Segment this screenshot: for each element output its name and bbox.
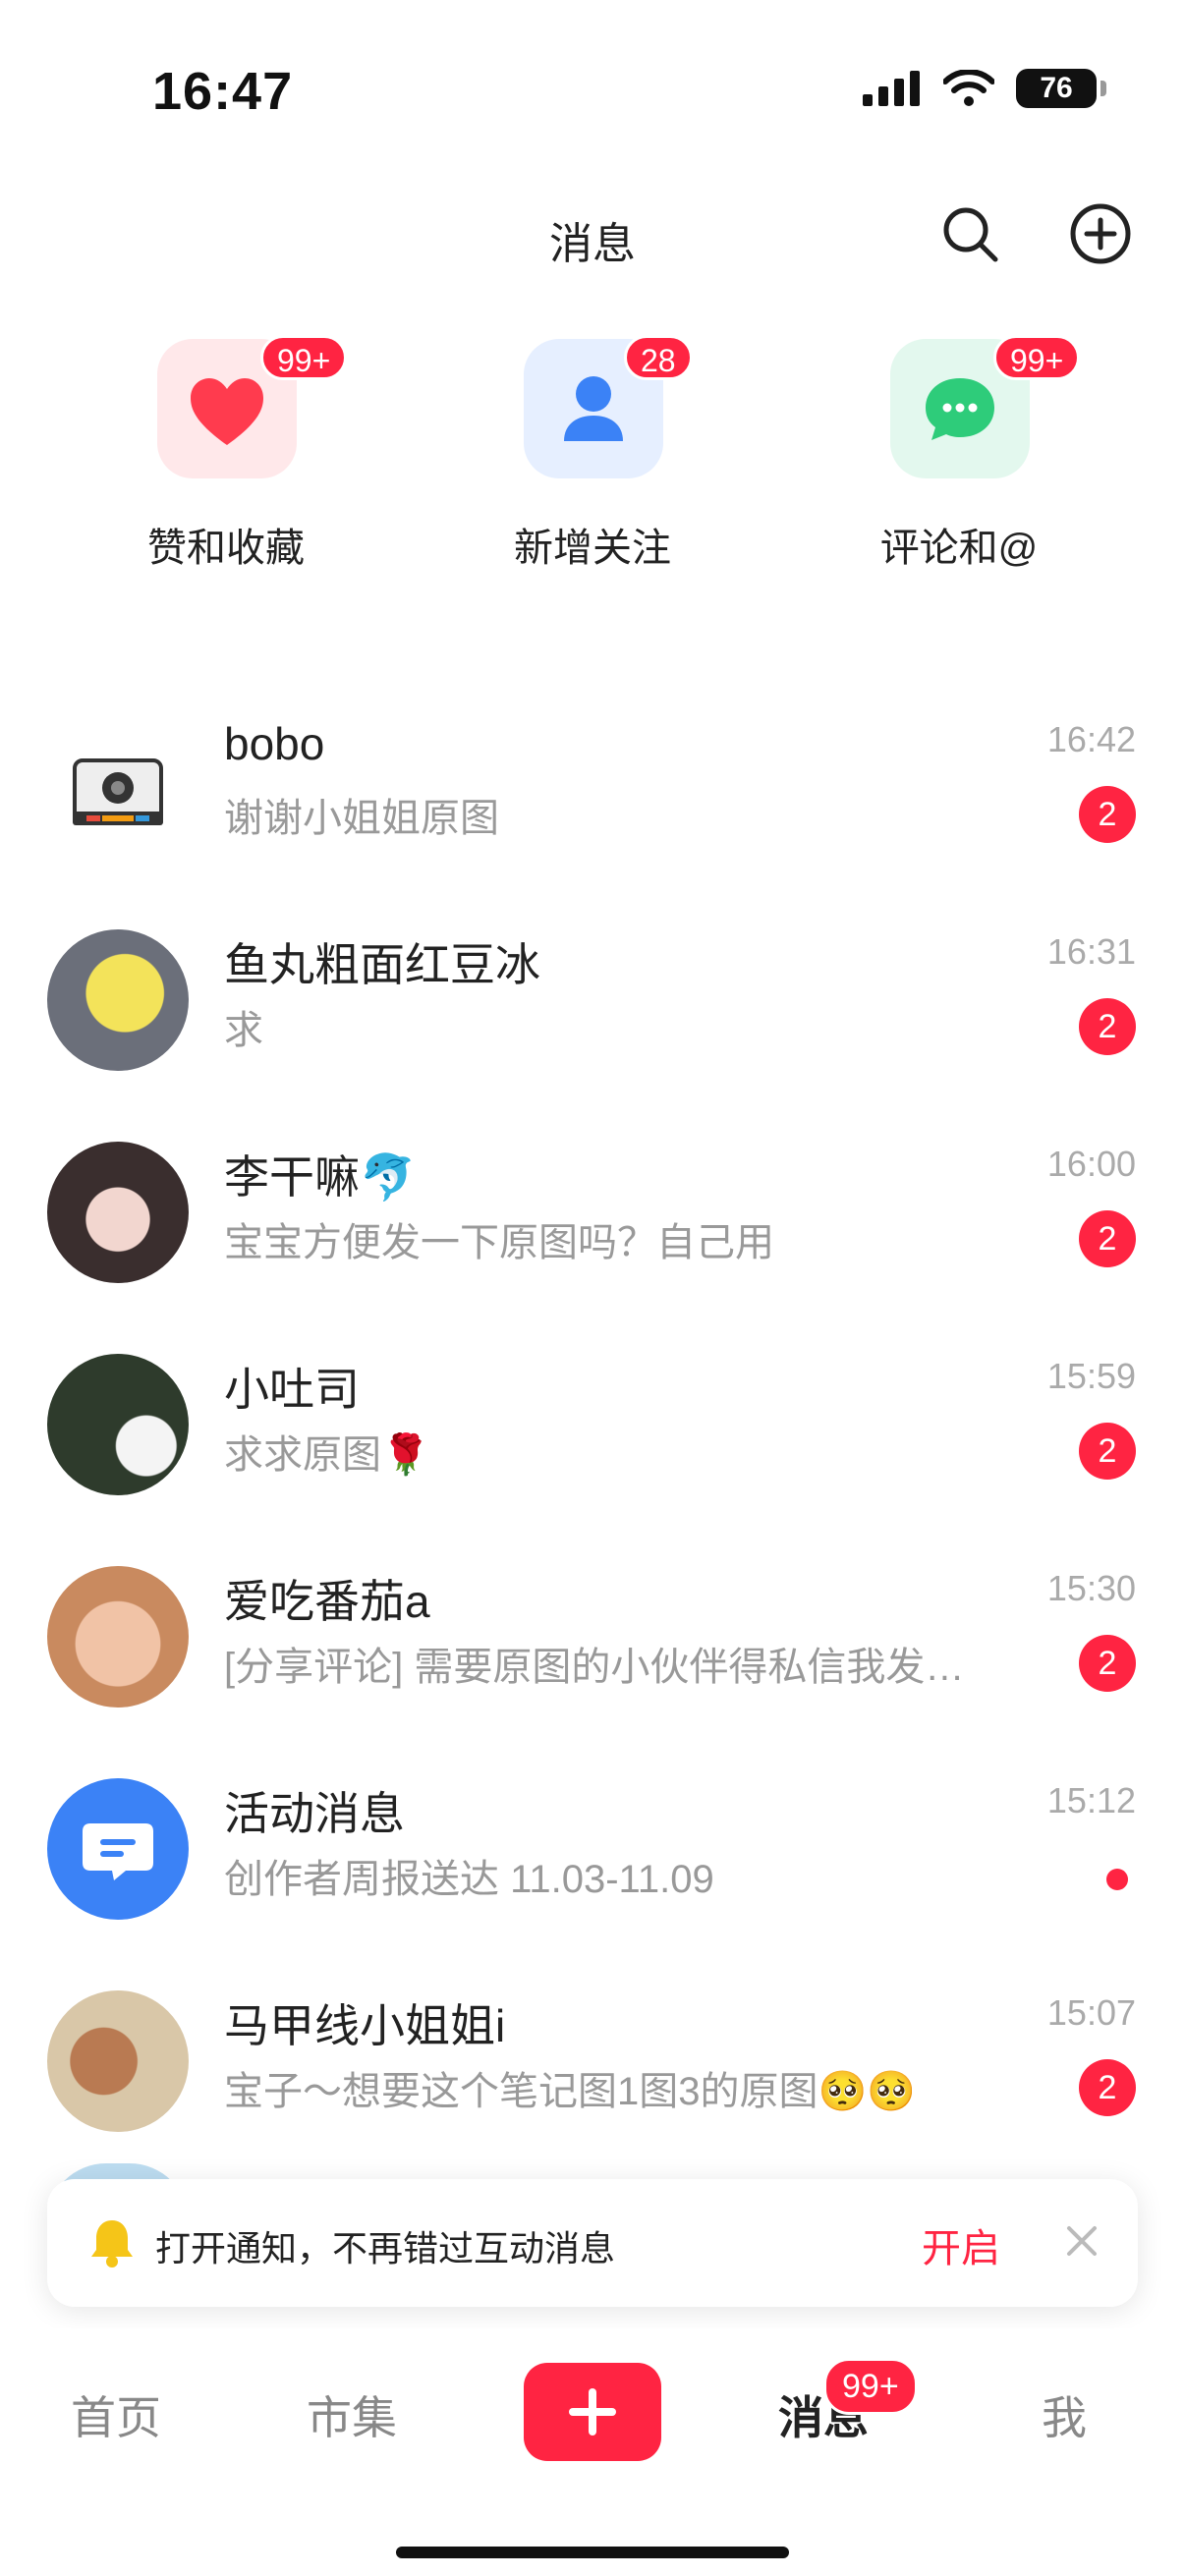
add-circle-icon[interactable] — [1069, 202, 1132, 265]
nav-me[interactable]: 我 — [1042, 2382, 1087, 2447]
avatar — [47, 1354, 189, 1495]
signal-icon — [863, 71, 920, 106]
nav-home[interactable]: 首页 — [71, 2382, 161, 2447]
plus-icon — [569, 2388, 616, 2436]
notification-text: 打开通知，不再错过互动消息 — [155, 2228, 616, 2268]
avatar — [47, 1142, 189, 1283]
unread-dot — [1106, 1869, 1128, 1890]
message-row[interactable]: 活动消息 创作者周报送达 11.03-11.09 15:12 — [0, 1739, 1185, 1935]
contact-name: 马甲线小姐姐i — [224, 2000, 506, 2051]
comments-label: 评论和@ — [879, 527, 1039, 570]
likes-badge: 99+ — [260, 335, 348, 380]
contact-name: bobo — [224, 718, 325, 769]
message-preview: 谢谢小姐姐原图 — [224, 797, 499, 840]
message-time: 15:30 — [1046, 1568, 1136, 1608]
battery-indicator: 76 — [1016, 69, 1106, 108]
avatar — [47, 1990, 189, 2132]
unread-count: 2 — [1079, 786, 1136, 843]
home-indicator — [396, 2547, 789, 2558]
shortcut-followers[interactable]: 28 新增关注 — [475, 335, 710, 594]
message-preview: [分享评论] 需要原图的小伙伴得私信我发… — [224, 1646, 965, 1689]
message-row[interactable]: 鱼丸粗面红豆冰 求 16:31 2 — [0, 890, 1185, 1087]
unread-count: 2 — [1079, 1210, 1136, 1267]
message-time: 16:31 — [1046, 931, 1136, 972]
avatar — [47, 1778, 189, 1920]
bottom-nav: 首页 市集 消息 99+ 我 — [0, 2328, 1185, 2495]
message-row[interactable]: bobo 谢谢小姐姐原图 16:42 2 — [0, 678, 1185, 874]
status-time: 16:47 — [152, 62, 294, 121]
notification-banner: 打开通知，不再错过互动消息 开启 — [47, 2179, 1138, 2307]
unread-count: 2 — [1079, 1423, 1136, 1480]
followers-badge: 28 — [624, 335, 693, 380]
message-row[interactable]: 爱吃番茄a [分享评论] 需要原图的小伙伴得私信我发… 15:30 2 — [0, 1527, 1185, 1723]
status-bar: 16:47 76 — [0, 0, 1185, 187]
comments-badge: 99+ — [993, 335, 1081, 380]
contact-name: 鱼丸粗面红豆冰 — [224, 939, 540, 990]
unread-count: 2 — [1079, 1635, 1136, 1692]
activity-message-icon — [83, 1823, 153, 1880]
bell-icon — [91, 2220, 133, 2268]
message-row[interactable]: 李干嘛🐬 宝宝方便发一下原图吗？自己用 16:00 2 — [0, 1102, 1185, 1299]
shortcut-comments[interactable]: 99+ 评论和@ — [841, 335, 1081, 594]
contact-name: 李干嘛🐬 — [224, 1151, 417, 1203]
unread-count: 2 — [1079, 2059, 1136, 2116]
unread-count: 2 — [1079, 998, 1136, 1055]
message-time: 15:07 — [1046, 1992, 1136, 2033]
message-preview: 求 — [224, 1009, 263, 1052]
search-icon[interactable] — [938, 202, 1001, 265]
message-preview: 宝子～想要这个笔记图1图3的原图🥺🥺 — [224, 2070, 917, 2113]
close-icon[interactable] — [1059, 2218, 1104, 2264]
message-preview: 求求原图🌹 — [224, 1433, 430, 1477]
shortcut-likes[interactable]: 99+ 赞和收藏 — [108, 335, 348, 594]
avatar — [47, 717, 189, 859]
message-time: 16:00 — [1046, 1144, 1136, 1184]
header: 消息 — [0, 187, 1185, 305]
message-preview: 创作者周报送达 11.03-11.09 — [224, 1858, 714, 1901]
message-time: 15:12 — [1046, 1780, 1136, 1820]
wifi-icon — [943, 70, 994, 106]
message-preview: 宝宝方便发一下原图吗？自己用 — [224, 1221, 774, 1264]
message-time: 15:59 — [1046, 1356, 1136, 1396]
contact-name: 小吐司 — [224, 1364, 360, 1415]
status-icons: 76 — [863, 69, 1106, 108]
contact-name: 活动消息 — [224, 1788, 405, 1839]
create-post-button[interactable] — [524, 2363, 661, 2461]
page-title: 消息 — [549, 220, 636, 268]
message-row[interactable]: 小吐司 求求原图🌹 15:59 2 — [0, 1315, 1185, 1511]
likes-label: 赞和收藏 — [147, 527, 305, 570]
avatar — [47, 1566, 189, 1708]
message-row[interactable]: 马甲线小姐姐i 宝子～想要这个笔记图1图3的原图🥺🥺 15:07 2 — [0, 1951, 1185, 2148]
followers-label: 新增关注 — [514, 527, 671, 570]
message-time: 16:42 — [1046, 719, 1136, 759]
nav-market[interactable]: 市集 — [307, 2382, 397, 2447]
camera-avatar-icon — [73, 758, 163, 825]
messages-badge: 99+ — [823, 2358, 918, 2415]
avatar — [47, 929, 189, 1071]
contact-name: 爱吃番茄a — [224, 1576, 430, 1627]
enable-notifications-button[interactable]: 开启 — [922, 2216, 1000, 2273]
